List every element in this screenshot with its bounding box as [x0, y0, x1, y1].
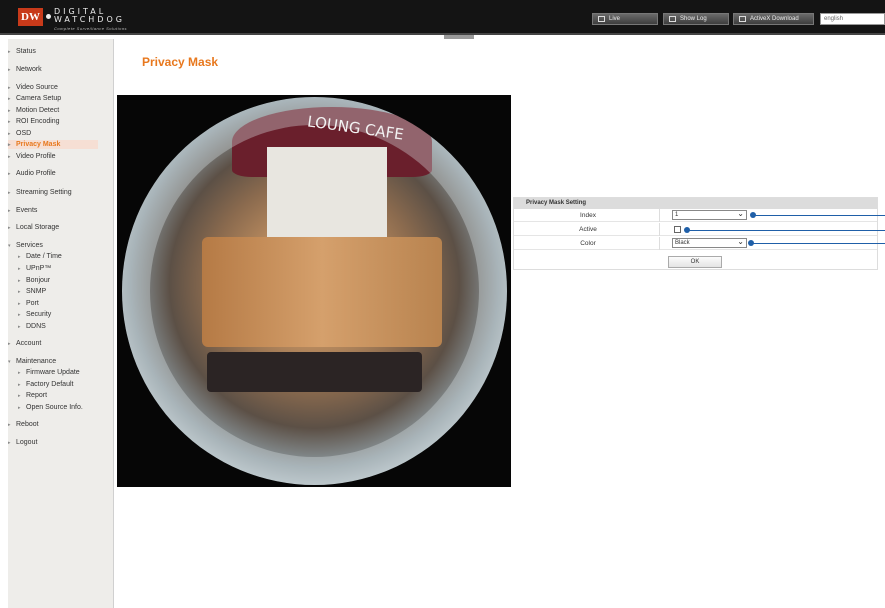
activex-download-button[interactable]: ActiveX Download: [733, 13, 814, 25]
logo-tagline: Complete Surveillance Solutions: [53, 26, 128, 31]
callout-line-index: [753, 215, 885, 216]
sidebar-item-account[interactable]: ▸ Account: [8, 339, 41, 349]
ok-button[interactable]: OK: [668, 256, 722, 268]
sidebar-item-services[interactable]: ▾ Services: [8, 241, 43, 251]
active-label: Active: [579, 226, 597, 233]
sidebar-item-osd[interactable]: ▸ OSD: [8, 129, 31, 139]
log-icon: [669, 16, 676, 22]
sidebar-item-maintenance[interactable]: ▾ Maintenance: [8, 357, 56, 367]
row-divider: [659, 223, 660, 236]
sidebar-item-security[interactable]: ▸ Security: [18, 310, 51, 320]
sidebar-item-audio-profile[interactable]: ▸ Audio Profile: [8, 169, 56, 179]
live-button-label: Live: [609, 16, 621, 22]
activex-download-label: ActiveX Download: [750, 16, 799, 22]
sidebar-item-roi-encoding[interactable]: ▸ ROI Encoding: [8, 117, 60, 127]
sidebar-item-firmware-update[interactable]: ▸ Firmware Update: [18, 368, 80, 378]
settings-heading: Privacy Mask Setting: [514, 198, 877, 209]
callout-line-active: [687, 230, 885, 231]
sidebar-item-network[interactable]: ▸ Network: [8, 65, 42, 75]
sidebar-item-status[interactable]: ▸ Status: [8, 47, 36, 57]
monitor-icon: [598, 16, 605, 22]
active-checkbox[interactable]: [674, 226, 681, 233]
row-divider: [659, 237, 660, 250]
sidebar-item-streaming-setting[interactable]: ▸ Streaming Setting: [8, 188, 72, 198]
sidebar-item-open-source-info[interactable]: ▸ Open Source Info.: [18, 403, 83, 413]
show-log-button[interactable]: Show Log: [663, 13, 729, 25]
download-icon: [739, 16, 746, 22]
sidebar-item-date-time[interactable]: ▸ Date / Time: [18, 252, 62, 262]
sidebar-item-video-source[interactable]: ▸ Video Source: [8, 83, 58, 93]
sidebar-item-upnp[interactable]: ▸ UPnP™: [18, 264, 51, 274]
sidebar-item-privacy-mask[interactable]: ▸ Privacy Mask: [8, 140, 60, 150]
sidebar-item-logout[interactable]: ▸ Logout: [8, 438, 37, 448]
chevron-down-icon: ⌄: [737, 237, 744, 246]
live-button[interactable]: Live: [592, 13, 658, 25]
sidebar-item-camera-setup[interactable]: ▸ Camera Setup: [8, 94, 61, 104]
logo-mark: DW: [18, 8, 43, 26]
index-value: 1: [675, 212, 679, 218]
page-title: Privacy Mask: [142, 55, 219, 69]
row-divider: [659, 209, 660, 222]
sidebar-nav: ▸ Status ▸ Network ▸ Video Source ▸ Camera S…: [8, 39, 122, 608]
sidebar-item-motion-detect[interactable]: ▸ Motion Detect: [8, 106, 59, 116]
sidebar-item-bonjour[interactable]: ▸ Bonjour: [18, 276, 50, 286]
language-select[interactable]: english: [820, 13, 885, 25]
color-value: Black: [675, 240, 690, 246]
sidebar-item-ddns[interactable]: ▸ DDNS: [18, 322, 46, 332]
color-label: Color: [580, 240, 596, 247]
sidebar-item-reboot[interactable]: ▸ Reboot: [8, 420, 39, 430]
top-bar: DW DIGITAL WATCHDOG Complete Surveillanc…: [0, 0, 885, 35]
sidebar-item-snmp[interactable]: ▸ SNMP: [18, 287, 46, 297]
sidebar-item-local-storage[interactable]: ▸ Local Storage: [8, 223, 59, 233]
logo-text: DIGITAL WATCHDOG Complete Surveillance S…: [53, 8, 128, 32]
sidebar-item-events[interactable]: ▸ Events: [8, 206, 37, 216]
index-label: Index: [580, 212, 596, 219]
logo-line-2: WATCHDOG: [53, 15, 125, 24]
fisheye-image: LOUNG CAFE: [122, 97, 507, 485]
show-log-button-label: Show Log: [680, 16, 707, 22]
index-select[interactable]: 1 ⌄: [672, 210, 747, 220]
camera-preview[interactable]: LOUNG CAFE: [117, 95, 511, 487]
digital-watchdog-logo: DW DIGITAL WATCHDOG Complete Surveillanc…: [18, 8, 128, 32]
color-select[interactable]: Black ⌄: [672, 238, 747, 248]
callout-line-color: [751, 243, 885, 244]
sidebar-item-video-profile[interactable]: ▸ Video Profile: [8, 152, 56, 162]
logo-dot: [45, 14, 51, 19]
window-ring: [122, 97, 507, 485]
sidebar-item-port[interactable]: ▸ Port: [18, 299, 39, 309]
chevron-down-icon: ⌄: [737, 209, 744, 218]
sidebar-item-report[interactable]: ▸ Report: [18, 391, 47, 401]
sidebar-item-factory-default[interactable]: ▸ Factory Default: [18, 380, 73, 390]
header-collapse-handle[interactable]: [444, 35, 474, 39]
